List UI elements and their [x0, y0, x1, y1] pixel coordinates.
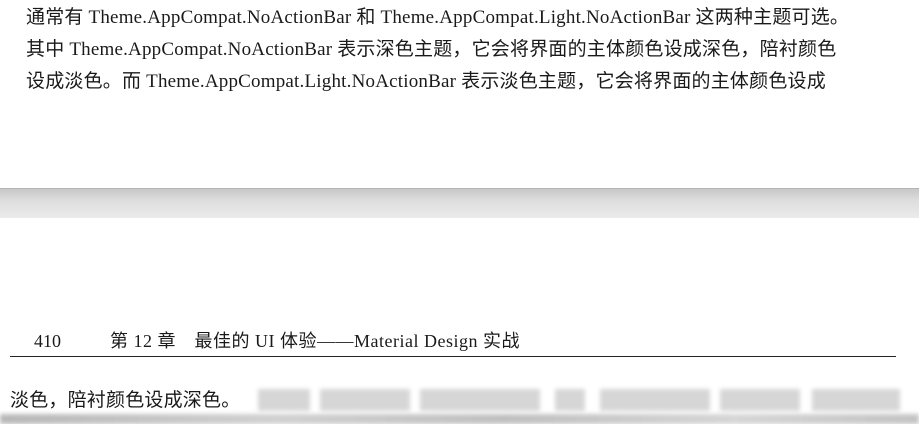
paragraph-line-1: 通常有 Theme.AppCompat.NoActionBar 和 Theme.…	[26, 7, 850, 28]
redacted-text-block	[720, 389, 800, 411]
paragraph-line-2: 其中 Theme.AppCompat.NoActionBar 表示深色主题，它会…	[26, 39, 837, 60]
redacted-text-block	[420, 389, 540, 411]
upper-page: 通常有 Theme.AppCompat.NoActionBar 和 Theme.…	[0, 0, 919, 188]
redacted-text-block	[812, 389, 900, 411]
redacted-text-block	[555, 389, 585, 411]
redacted-text-block	[320, 389, 410, 411]
body-line-1: 淡色，陪衬颜色设成深色。	[10, 390, 241, 411]
redacted-text-block	[600, 389, 710, 411]
redacted-text-line	[0, 414, 919, 424]
page-separator	[0, 188, 919, 219]
chapter-header: 第 12 章 最佳的 UI 体验——Material Design 实战	[110, 331, 520, 351]
paragraph-line-3: 设成淡色。而 Theme.AppCompat.Light.NoActionBar…	[26, 71, 826, 92]
page-number: 410	[34, 331, 61, 351]
redacted-text-block	[258, 389, 310, 411]
header-rule	[10, 356, 896, 357]
